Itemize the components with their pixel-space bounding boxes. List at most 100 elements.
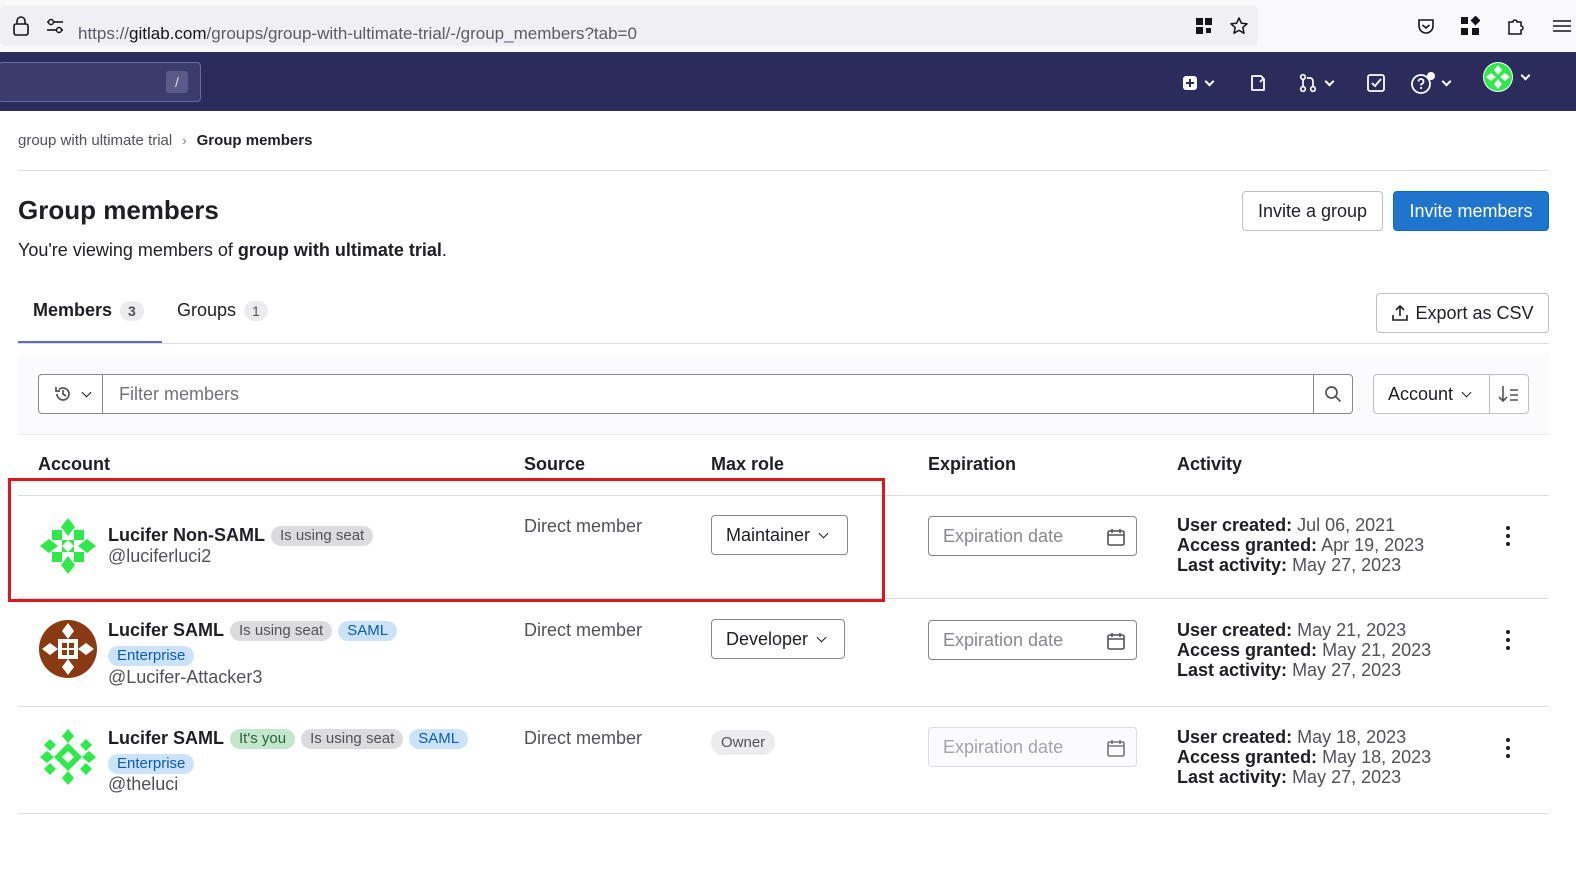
address-bar[interactable]: https://gitlab.com/groups/group-with-ult… [0, 6, 1258, 46]
member-activity: User created: Jul 06, 2021 Access grante… [1177, 515, 1424, 575]
user-created-value: Jul 06, 2021 [1297, 515, 1396, 535]
expiration-date-input[interactable]: Expiration date [928, 620, 1137, 660]
divider [18, 170, 1549, 171]
column-header-account[interactable]: Account [38, 454, 110, 475]
last-activity-label: Last activity: [1177, 660, 1288, 680]
export-csv-label: Export as CSV [1415, 302, 1534, 323]
last-activity-line: Last activity: May 27, 2023 [1177, 660, 1431, 680]
tab-members-count: 3 [120, 300, 144, 321]
breadcrumb: group with ultimate trial › Group member… [18, 132, 312, 149]
breadcrumb-parent-link[interactable]: group with ultimate trial [18, 132, 172, 149]
role-dropdown[interactable]: Developer [711, 619, 845, 659]
member-name-text: Lucifer SAML [108, 728, 225, 748]
chevron-down-icon [816, 632, 827, 642]
breadcrumb-current[interactable]: Group members [197, 132, 313, 149]
global-search[interactable]: / [0, 62, 201, 102]
help-question-icon [1411, 72, 1435, 94]
column-header-activity: Activity [1177, 454, 1243, 474]
expiration-date-input: Expiration date [928, 727, 1137, 767]
page-subtitle: You're viewing members of group with ult… [18, 240, 447, 261]
qr-code-icon[interactable] [1193, 15, 1215, 37]
last-activity-value: May 27, 2023 [1292, 555, 1402, 575]
url-host: gitlab.com [129, 24, 207, 43]
issues-icon[interactable] [1249, 72, 1267, 94]
subtitle-suffix: . [441, 240, 447, 260]
search-submit-button[interactable] [1313, 374, 1353, 414]
column-header-max-role: Max role [711, 454, 785, 474]
subtitle-prefix: You're viewing members of [18, 240, 238, 260]
member-activity: User created: May 21, 2023 Access grante… [1177, 620, 1431, 680]
access-granted-line: Access granted: May 18, 2023 [1177, 747, 1431, 767]
tab-members-label: Members [33, 300, 113, 320]
chevron-down-icon [1324, 76, 1335, 86]
more-actions-kebab-icon[interactable] [1498, 628, 1518, 652]
sort-ascending-icon [1498, 386, 1518, 403]
seat-badge: Is using seat [230, 620, 333, 641]
sort-field-label: Account [1388, 383, 1454, 404]
menu-hamburger-icon[interactable] [1550, 15, 1572, 37]
access-granted-value: Apr 19, 2023 [1321, 535, 1425, 555]
role-label: Developer [726, 628, 809, 649]
search-icon [1325, 386, 1342, 403]
member-name[interactable]: Lucifer SAML It's you Is using seat SAML [108, 728, 469, 749]
saml-badge: SAML [338, 620, 398, 641]
tab-groups[interactable]: Groups 1 [177, 300, 268, 321]
invite-members-button[interactable]: Invite members [1393, 191, 1549, 231]
extensions-grid-icon[interactable] [1459, 15, 1481, 37]
history-icon [54, 387, 70, 401]
export-upload-icon [1392, 304, 1409, 321]
more-actions-kebab-icon[interactable] [1498, 524, 1518, 548]
expiration-date-input[interactable]: Expiration date [928, 516, 1137, 556]
merge-requests-dropdown[interactable] [1298, 72, 1335, 94]
chevron-down-icon [1461, 387, 1472, 397]
calendar-icon [1107, 740, 1125, 757]
gitlab-top-nav: / [0, 52, 1576, 111]
last-activity-line: Last activity: May 27, 2023 [1177, 767, 1431, 787]
member-name[interactable]: Lucifer SAML Is using seat SAML [108, 620, 398, 641]
member-source: Direct member [524, 728, 643, 748]
access-granted-value: May 18, 2023 [1322, 747, 1432, 767]
filter-members-input[interactable]: Filter members [102, 374, 1314, 414]
site-permissions-icon[interactable] [44, 15, 66, 37]
pocket-icon[interactable] [1415, 15, 1437, 37]
user-menu[interactable] [1482, 62, 1531, 92]
member-activity: User created: May 18, 2023 Access grante… [1177, 727, 1431, 787]
avatar[interactable] [38, 727, 98, 787]
member-source: Direct member [524, 620, 643, 640]
filter-placeholder: Filter members [119, 383, 240, 404]
last-activity-line: Last activity: May 27, 2023 [1177, 555, 1424, 575]
member-username: @Lucifer-Attacker3 [108, 667, 263, 687]
avatar[interactable] [38, 619, 98, 679]
tab-members[interactable]: Members 3 [33, 300, 144, 321]
more-actions-kebab-icon[interactable] [1498, 736, 1518, 760]
row-divider [18, 706, 1549, 707]
bookmark-star-icon[interactable] [1228, 15, 1250, 37]
search-shortcut-key: / [166, 71, 188, 93]
its-you-badge: It's you [230, 728, 296, 749]
expiration-placeholder: Expiration date [943, 736, 1064, 757]
help-dropdown[interactable] [1411, 72, 1452, 94]
invite-group-button[interactable]: Invite a group [1242, 191, 1383, 231]
sort-field-dropdown[interactable]: Account [1373, 374, 1491, 414]
plus-square-icon [1183, 76, 1197, 90]
create-new-dropdown[interactable] [1182, 72, 1215, 94]
puzzle-extension-icon[interactable] [1505, 15, 1527, 37]
user-created-value: May 21, 2023 [1297, 620, 1407, 640]
todo-icon[interactable] [1366, 72, 1386, 94]
sort-direction-button[interactable] [1489, 374, 1529, 414]
user-created-label: User created: [1177, 727, 1293, 747]
recent-searches-dropdown[interactable] [38, 374, 103, 414]
calendar-icon[interactable] [1106, 527, 1126, 547]
expiration-placeholder: Expiration date [943, 629, 1064, 650]
access-granted-label: Access granted: [1177, 640, 1318, 660]
lock-icon[interactable] [10, 15, 32, 37]
subtitle-group-name: group with ultimate trial [237, 240, 442, 260]
enterprise-badge-wrap: Enterprise [102, 754, 195, 774]
column-header-source: Source [524, 454, 586, 474]
user-created-line: User created: May 18, 2023 [1177, 727, 1431, 747]
export-csv-button[interactable]: Export as CSV [1376, 293, 1549, 333]
calendar-icon[interactable] [1106, 631, 1126, 651]
chevron-down-icon [1520, 70, 1531, 80]
access-granted-line: Access granted: Apr 19, 2023 [1177, 535, 1424, 555]
annotation-highlight-box [8, 478, 885, 602]
